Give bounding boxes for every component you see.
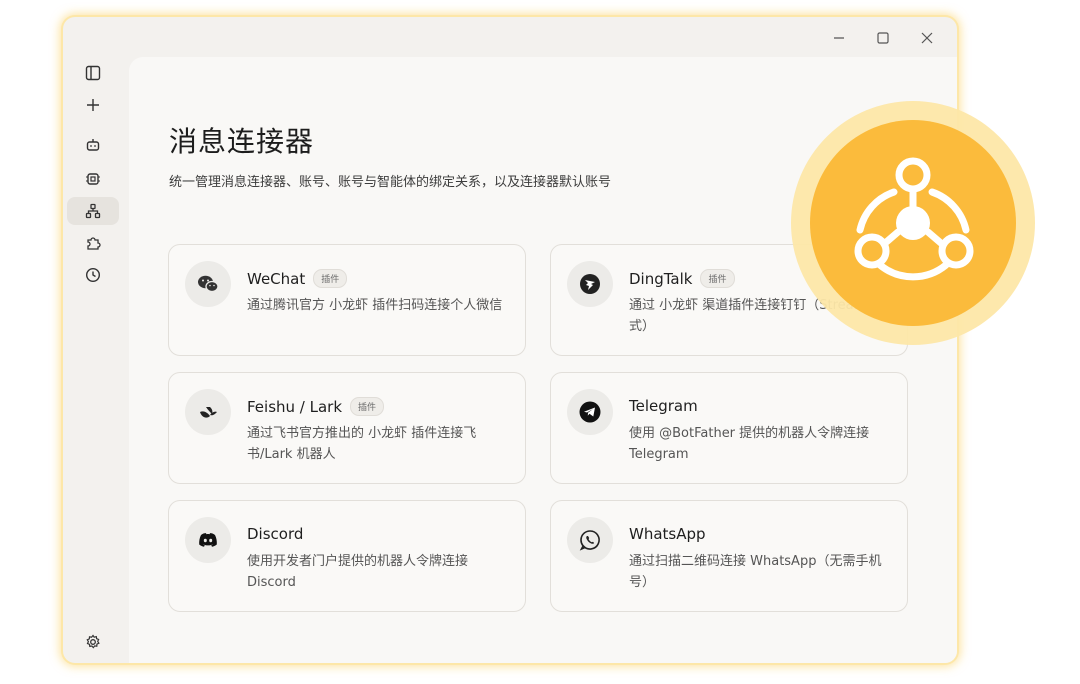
connector-description: 通过扫描二维码连接 WhatsApp（无需手机号） [629, 554, 882, 590]
sidebar-item-agents[interactable] [67, 131, 119, 159]
card-title-row: Discord [247, 525, 303, 543]
connector-card-whatsapp[interactable]: WhatsApp 通过扫描二维码连接 WhatsApp（无需手机号） [550, 500, 908, 612]
connector-name: Feishu / Lark [247, 397, 343, 416]
puzzle-icon [87, 237, 101, 250]
connector-description: 使用开发者门户提供的机器人令牌连接 Discord [247, 554, 469, 590]
close-icon [921, 32, 933, 44]
feishu-icon [185, 389, 231, 435]
connector-description: 通过飞书官方推出的 小龙虾 插件连接飞书/Lark 机器人 [247, 426, 477, 462]
sidebar-toggle-icon [85, 65, 101, 81]
card-title-row: Telegram [629, 397, 698, 415]
sidebar [63, 17, 129, 663]
connector-description: 通过腾讯官方 小龙虾 插件扫码连接个人微信 [247, 298, 503, 313]
discord-icon [185, 517, 231, 563]
maximize-button[interactable] [861, 27, 905, 49]
page-subtitle: 统一管理消息连接器、账号、账号与智能体的绑定关系，以及连接器默认账号 [169, 175, 612, 190]
connector-name: Discord [247, 525, 304, 543]
gear-icon [86, 634, 100, 649]
connector-description: 使用 @BotFather 提供的机器人令牌连接 Telegram [629, 426, 870, 462]
close-button[interactable] [905, 27, 949, 49]
connector-card-discord[interactable]: Discord 使用开发者门户提供的机器人令牌连接 Discord [168, 500, 526, 612]
sidebar-item-history[interactable] [67, 261, 119, 289]
card-title-row: DingTalk 插件 [629, 269, 735, 288]
plugin-badge: 插件 [313, 269, 348, 288]
connector-card-telegram[interactable]: Telegram 使用 @BotFather 提供的机器人令牌连接 Telegr… [550, 372, 908, 484]
connector-hub-icon [854, 157, 974, 281]
whatsapp-icon [567, 517, 613, 563]
card-title-row: WeChat 插件 [247, 269, 348, 288]
connector-name: Telegram [629, 397, 698, 415]
clock-icon [85, 267, 101, 283]
settings-button[interactable] [67, 628, 119, 656]
minimize-button[interactable] [817, 27, 861, 49]
connector-name: WeChat [247, 269, 306, 288]
window-controls [817, 27, 949, 49]
card-title-row: Feishu / Lark 插件 [247, 397, 385, 416]
page-title: 消息连接器 [169, 125, 315, 158]
wechat-icon [185, 261, 231, 307]
minimize-icon [834, 37, 844, 39]
plugin-badge: 插件 [350, 397, 385, 416]
chip-icon [86, 173, 100, 185]
sidebar-toggle-button[interactable] [67, 59, 119, 87]
connector-card-wechat[interactable]: WeChat 插件 通过腾讯官方 小龙虾 插件扫码连接个人微信 [168, 244, 526, 356]
new-button[interactable] [67, 91, 119, 119]
card-title-row: WhatsApp [629, 525, 706, 543]
plus-icon [87, 99, 99, 111]
connector-name: WhatsApp [629, 525, 706, 543]
connector-card-feishu[interactable]: Feishu / Lark 插件 通过飞书官方推出的 小龙虾 插件连接飞书/La… [168, 372, 526, 484]
sidebar-item-models[interactable] [67, 165, 119, 193]
sidebar-item-connectors[interactable] [67, 197, 119, 225]
sidebar-item-plugins[interactable] [67, 229, 119, 257]
network-icon [85, 203, 101, 219]
telegram-icon [567, 389, 613, 435]
robot-icon [86, 139, 100, 151]
maximize-icon [877, 32, 889, 44]
dingtalk-icon [567, 261, 613, 307]
connector-name: DingTalk [629, 269, 693, 288]
plugin-badge: 插件 [700, 269, 735, 288]
